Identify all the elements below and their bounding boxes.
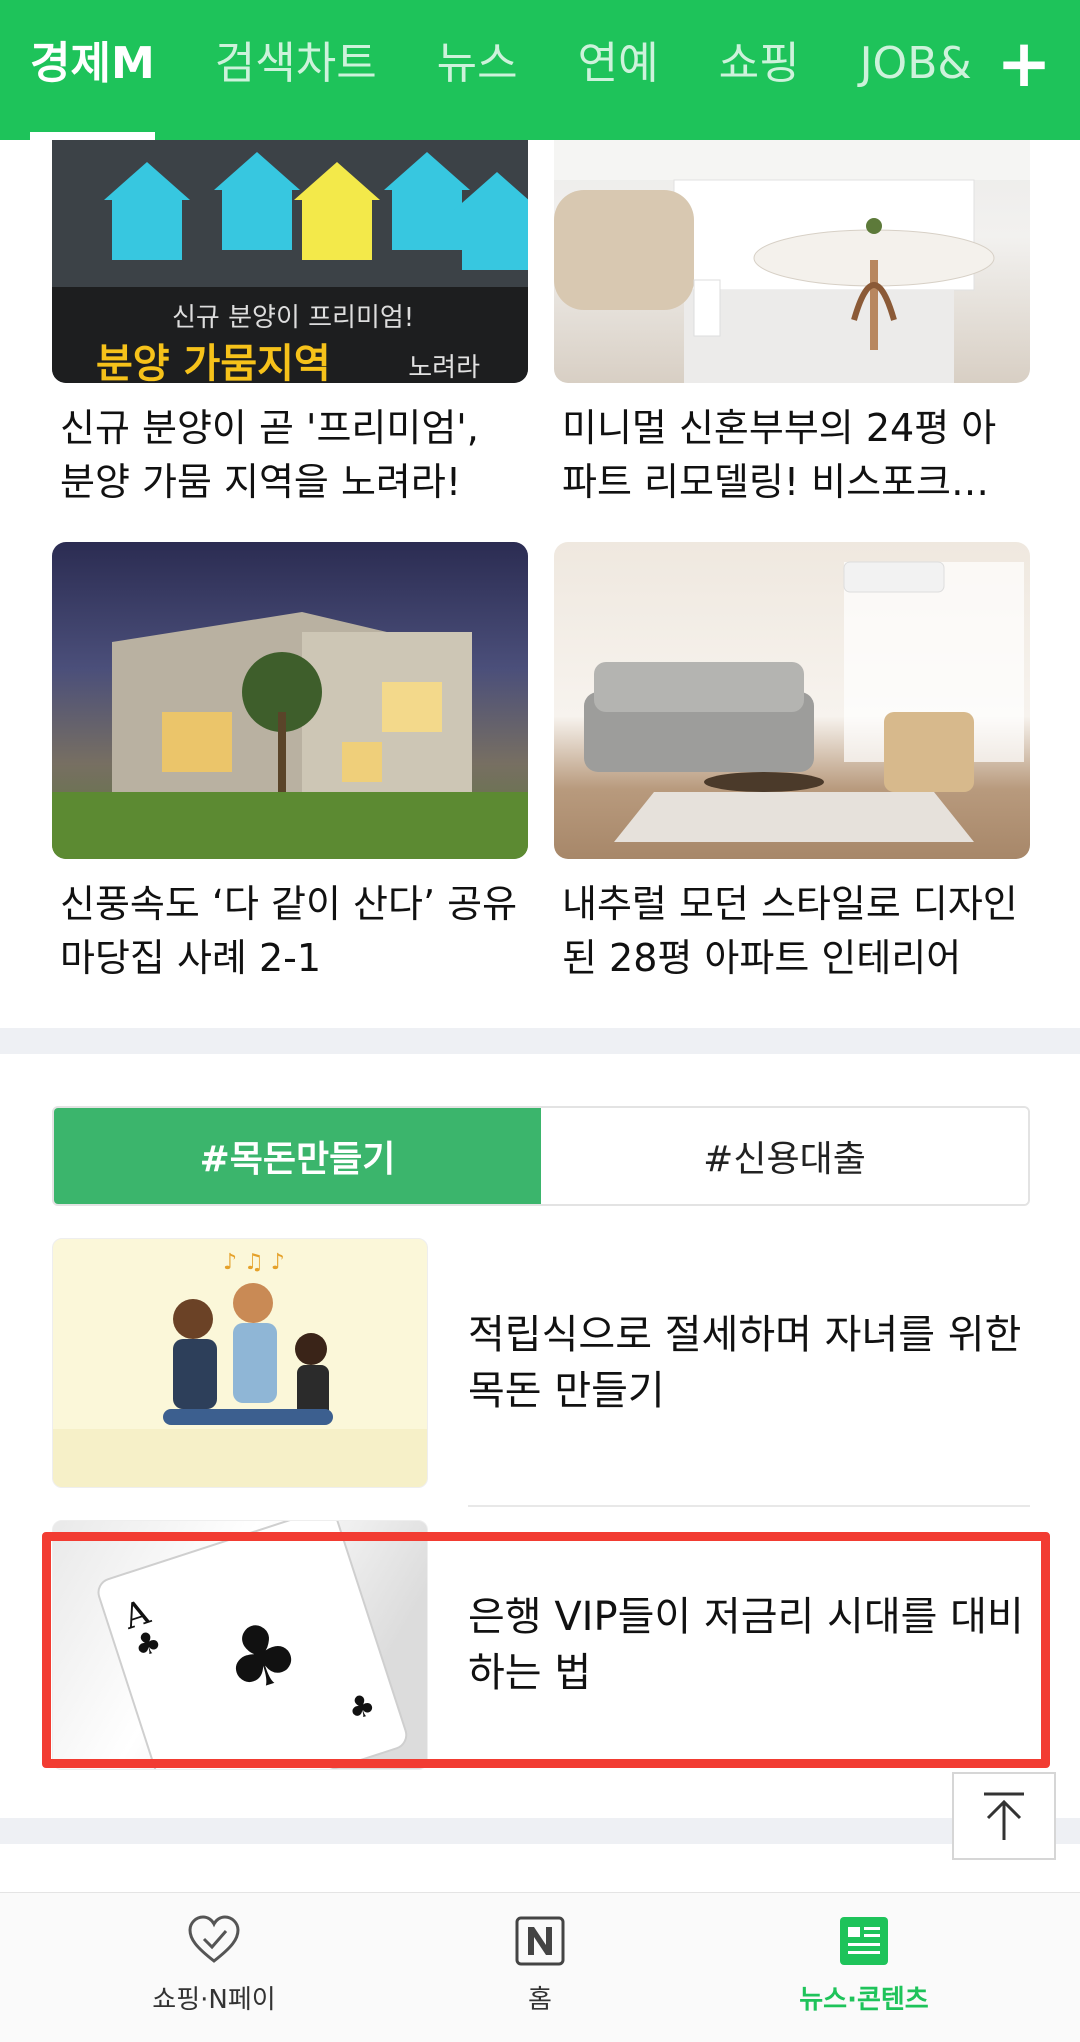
svg-text:♪ ♫ ♪: ♪ ♫ ♪ <box>223 1250 285 1275</box>
article-thumbnail: 신규 분양이 프리미엄! 분양 가뭄지역 노려라 <box>52 140 528 383</box>
arrow-up-icon <box>984 1792 1024 1840</box>
house-icon <box>214 152 300 250</box>
tab-search-chart[interactable]: 검색차트 <box>185 0 407 140</box>
section-divider <box>0 1028 1080 1054</box>
house-icon <box>294 162 380 260</box>
article-title[interactable]: 신규 분양이 곧 '프리미엄', 분양 가뭄 지역을 노려라! <box>52 401 528 509</box>
house-icon <box>104 162 190 260</box>
hashtag-credit-loan-button[interactable]: #신용대출 <box>541 1108 1028 1204</box>
hashtag-savings-button[interactable]: #목돈만들기 <box>54 1108 541 1204</box>
tab-job[interactable]: JOB& <box>830 0 990 140</box>
top-tab-bar: 경제M 검색차트 뉴스 연예 쇼핑 JOB& MY + <box>0 0 1080 140</box>
nav-label: 쇼핑·N페이 <box>152 1985 276 2015</box>
thumbnail-banner: 신규 분양이 프리미엄! 분양 가뭄지역 노려라 <box>52 287 528 383</box>
list-thumbnail: ♪ ♫ ♪ <box>52 1238 428 1488</box>
article-card[interactable]: 신규 분양이 프리미엄! 분양 가뭄지역 노려라 신규 분양이 곧 '프리미엄'… <box>52 140 528 509</box>
house-icon <box>454 172 528 270</box>
nav-home[interactable]: 홈 <box>430 1913 650 2016</box>
nav-label: 뉴스·콘텐츠 <box>799 1985 929 2015</box>
article-title[interactable]: 미니멀 신혼부부의 24평 아파트 리모델링! 비스포크… <box>554 401 1030 509</box>
tab-shopping[interactable]: 쇼핑 <box>689 0 830 140</box>
hashtag-toggle: #목돈만들기 #신용대출 <box>52 1106 1030 1206</box>
house-icon <box>384 152 470 250</box>
article-title[interactable]: 내추럴 모던 스타일로 디자인된 28평 아파트 인테리어 <box>554 877 1030 985</box>
banner-tail: 노려라 <box>408 353 480 383</box>
highlight-box <box>42 1532 1050 1768</box>
list-item[interactable]: ♪ ♫ ♪ 적립식으로 절세하며 자녀를 위한 목돈 만들기 <box>52 1238 1030 1488</box>
living-room-illustration <box>584 561 1024 842</box>
heart-check-icon <box>188 1915 240 1963</box>
section-divider <box>0 1818 1080 1844</box>
nav-shopping-npay[interactable]: 쇼핑·N페이 <box>104 1913 324 2016</box>
tab-news[interactable]: 뉴스 <box>407 0 548 140</box>
article-title[interactable]: 신풍속도 ‘다 같이 산다’ 공유 마당집 사례 2-1 <box>52 877 528 985</box>
kitchen-illustration <box>554 140 1030 383</box>
nav-label: 홈 <box>528 1985 552 2015</box>
news-icon <box>840 1917 888 1965</box>
list-item-title[interactable]: 적립식으로 절세하며 자녀를 위한 목돈 만들기 <box>468 1238 1028 1488</box>
list-divider <box>468 1505 1030 1507</box>
naver-n-icon <box>515 1916 565 1966</box>
banner-title: 분양 가뭄지역 <box>96 341 331 383</box>
scroll-to-top-button[interactable] <box>952 1772 1056 1860</box>
article-card[interactable]: 내추럴 모던 스타일로 디자인된 28평 아파트 인테리어 <box>554 542 1030 985</box>
family-illustration: ♪ ♫ ♪ <box>53 1250 427 1487</box>
article-thumbnail <box>554 140 1030 383</box>
article-thumbnail <box>52 542 528 859</box>
article-thumbnail <box>554 542 1030 859</box>
bottom-navigation: 쇼핑·N페이 홈 뉴스·콘텐츠 <box>0 1892 1080 2042</box>
article-card[interactable]: 미니멀 신혼부부의 24평 아파트 리모델링! 비스포크… <box>554 140 1030 509</box>
add-tab-plus-icon[interactable]: + <box>994 31 1054 97</box>
tab-economy-m[interactable]: 경제M <box>0 0 185 140</box>
nav-news-content[interactable]: 뉴스·콘텐츠 <box>754 1913 974 2016</box>
article-card[interactable]: 신풍속도 ‘다 같이 산다’ 공유 마당집 사례 2-1 <box>52 542 528 985</box>
house-photo-illustration <box>52 612 528 859</box>
tab-strip: 경제M 검색차트 뉴스 연예 쇼핑 JOB& MY <box>0 0 990 140</box>
tab-entertainment[interactable]: 연예 <box>548 0 689 140</box>
banner-subtitle: 신규 분양이 프리미엄! <box>172 303 415 333</box>
